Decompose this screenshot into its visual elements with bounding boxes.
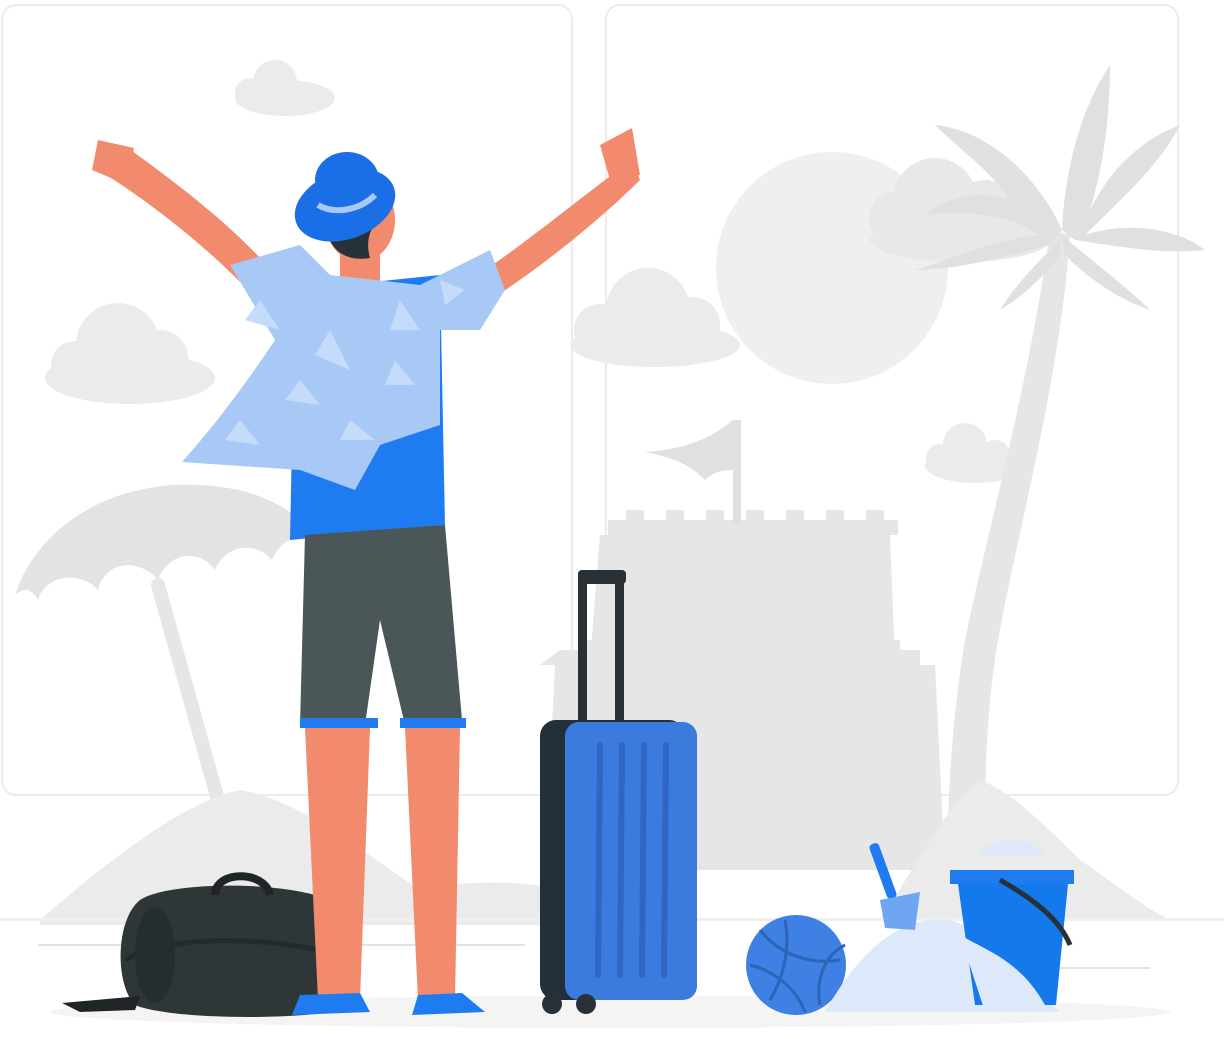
volleyball-icon [746,915,846,1015]
beach-travel-illustration [0,4,1224,1028]
